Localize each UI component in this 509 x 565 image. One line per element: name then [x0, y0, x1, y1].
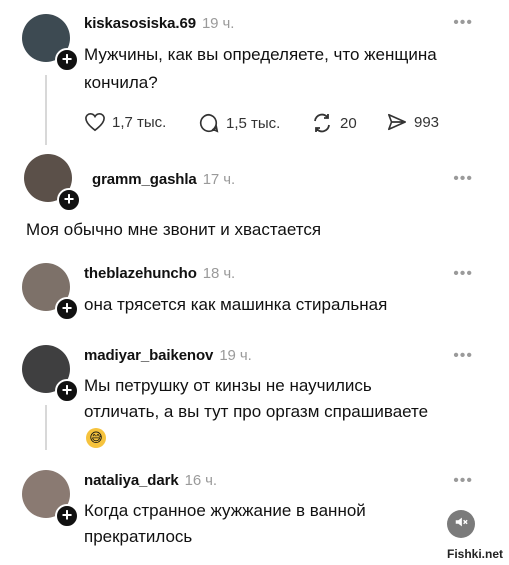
timestamp: 19 ч.	[201, 15, 235, 32]
timestamp: 19 ч.	[219, 347, 252, 364]
share-button[interactable]: 993	[386, 112, 439, 132]
speaker-muted-icon[interactable]	[447, 510, 475, 538]
like-count: 1,7 тыс.	[112, 113, 167, 131]
post-4: + madiyar_baikenov 19 ч. ••• Мы петрушку …	[0, 335, 509, 460]
post-text-line-2: кончила?	[84, 73, 158, 92]
post-3: + theblazehuncho 18 ч. ••• она трясется к…	[0, 255, 509, 335]
repost-icon	[314, 113, 330, 133]
comment-count: 1,5 тыс.	[226, 114, 281, 132]
username[interactable]: theblazehuncho 18 ч.	[84, 265, 235, 282]
post-1: + kiskasosiska.69 19 ч. ••• Мужчины, как …	[0, 0, 509, 150]
sweat-smile-emoji-icon: 😅	[86, 428, 106, 448]
comment-text-line-1: Когда странное жужжание в ванной	[84, 501, 366, 520]
follow-plus-icon[interactable]: +	[55, 379, 79, 403]
like-button[interactable]: 1,7 тыс.	[84, 112, 166, 132]
comment-text-line-2: отличать, а вы тут про оргазм спрашивает…	[84, 402, 429, 421]
heart-icon	[85, 112, 105, 132]
timestamp: 16 ч.	[184, 472, 217, 489]
comment-text: Моя обычно мне звонит и хвастается	[26, 220, 322, 239]
post-2: + gramm_gashla 17 ч. ••• Моя обычно мне з…	[0, 150, 509, 250]
more-options-icon[interactable]: •••	[453, 472, 473, 490]
share-count: 993	[414, 113, 440, 131]
follow-plus-icon[interactable]: +	[55, 504, 79, 528]
more-options-icon[interactable]: •••	[453, 347, 473, 365]
timestamp: 18 ч.	[202, 265, 236, 282]
follow-plus-icon[interactable]: +	[55, 297, 79, 321]
watermark: Fishki.net	[446, 547, 503, 561]
send-icon	[388, 113, 406, 131]
repost-button[interactable]: 20	[310, 112, 357, 134]
more-options-icon[interactable]: •••	[453, 14, 473, 32]
thread-line	[45, 405, 47, 450]
more-options-icon[interactable]: •••	[453, 265, 473, 283]
username[interactable]: kiskasosiska.69 19 ч.	[84, 15, 234, 32]
username[interactable]: nataliya_dark 16 ч.	[84, 472, 217, 489]
follow-plus-icon[interactable]: +	[57, 188, 81, 212]
comment-button[interactable]: 1,5 тыс.	[198, 112, 280, 134]
post-5: + nataliya_dark 16 ч. ••• Когда странное …	[0, 460, 509, 565]
timestamp: 17 ч.	[202, 171, 236, 188]
thread-line	[45, 75, 47, 145]
repost-count: 20	[340, 114, 357, 132]
more-options-icon[interactable]: •••	[453, 170, 473, 188]
post-text-line-1: Мужчины, как вы определяете, что женщина	[84, 45, 437, 64]
comment-text-line-1: Мы петрушку от кинзы не научились	[84, 376, 372, 395]
username[interactable]: madiyar_baikenov 19 ч.	[84, 347, 252, 364]
follow-plus-icon[interactable]: +	[55, 48, 79, 72]
username[interactable]: gramm_gashla 17 ч.	[92, 171, 235, 188]
comment-text-line-2: прекратилось	[84, 527, 193, 546]
comment-text: она трясется как машинка стиральная	[84, 295, 388, 314]
comment-icon	[199, 113, 219, 133]
